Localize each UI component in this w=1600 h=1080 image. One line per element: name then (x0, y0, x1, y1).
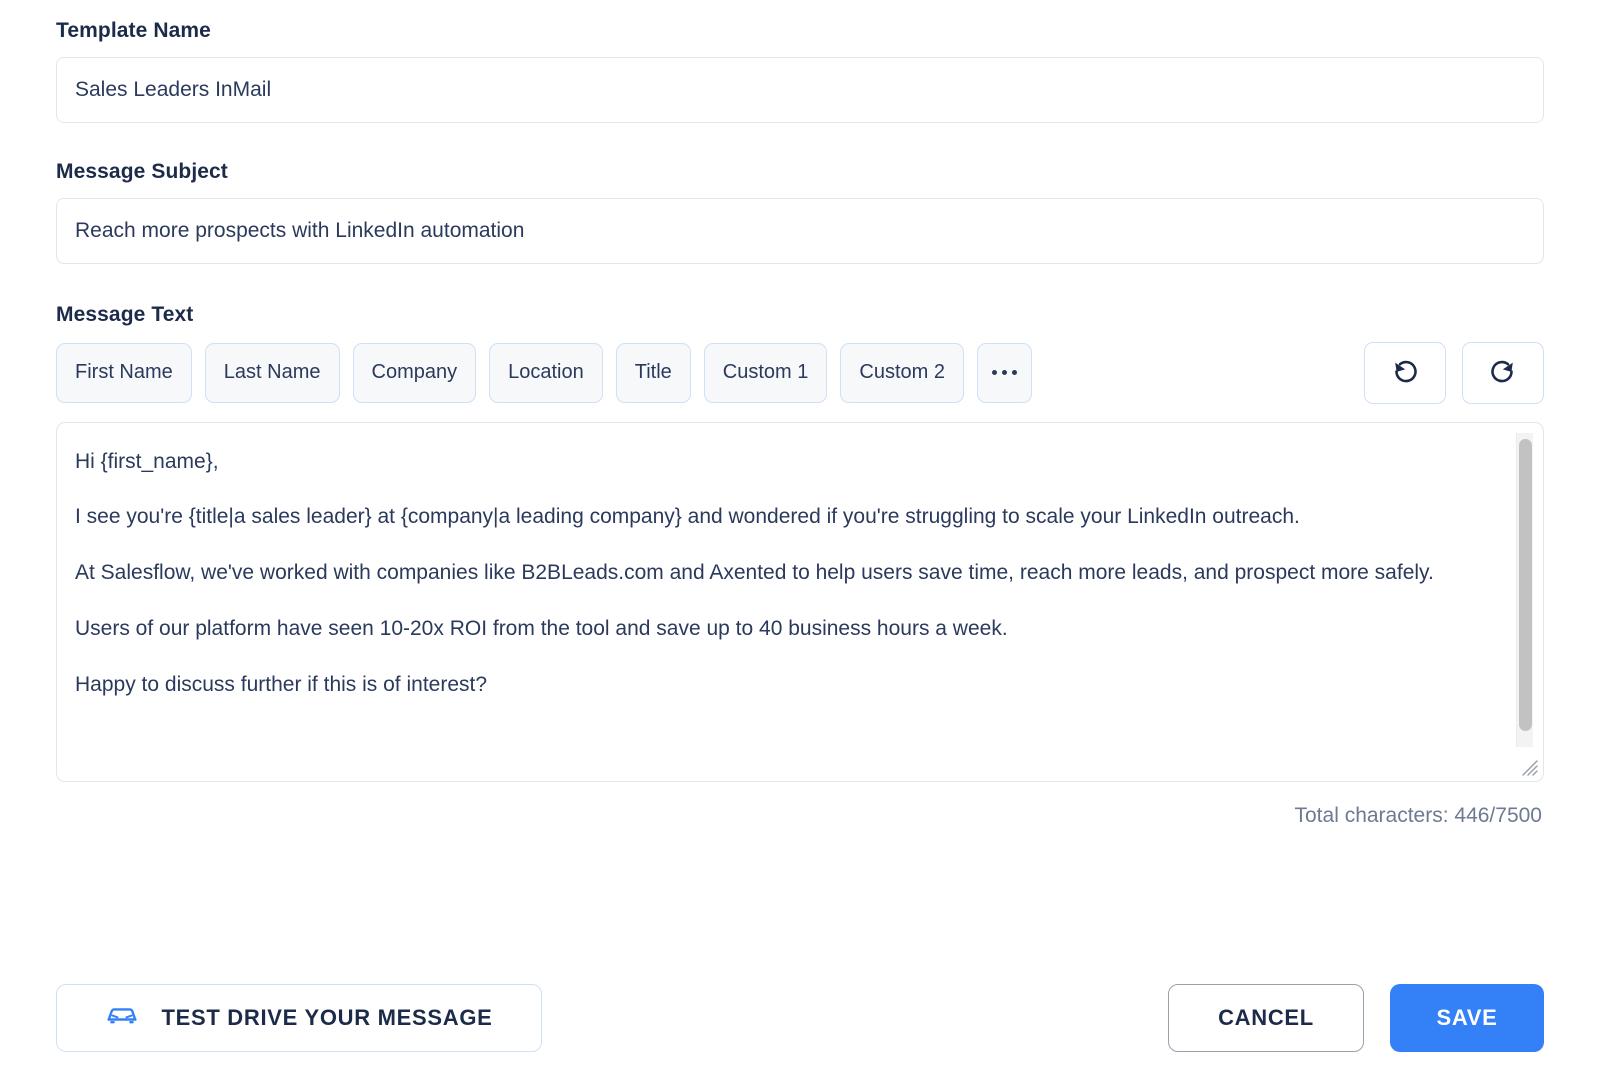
message-text-label: Message Text (56, 302, 1544, 327)
variable-chip-label: Location (508, 361, 584, 384)
message-paragraph: Happy to discuss further if this is of i… (75, 670, 1497, 700)
variable-chip-custom-1[interactable]: Custom 1 (704, 343, 828, 403)
message-paragraph: Hi {first_name}, (75, 447, 1497, 477)
variable-chip-last-name[interactable]: Last Name (205, 343, 340, 403)
message-text-content[interactable]: Hi {first_name}, I see you're {title|a s… (57, 423, 1543, 781)
message-text-field-group: Message Text First Name Last Name Compan… (56, 302, 1544, 827)
textarea-scrollbar[interactable] (1516, 433, 1533, 747)
variable-chip-location[interactable]: Location (489, 343, 603, 403)
template-name-input[interactable]: Sales Leaders InMail (56, 57, 1544, 123)
variable-chip-label: Custom 2 (859, 361, 945, 384)
message-subject-label: Message Subject (56, 159, 1544, 184)
message-paragraph: At Salesflow, we've worked with companie… (75, 558, 1497, 588)
message-paragraph: I see you're {title|a sales leader} at {… (75, 502, 1497, 532)
undo-arrow-icon (1388, 356, 1422, 390)
message-paragraph: Users of our platform have seen 10-20x R… (75, 614, 1497, 644)
inmail-template-editor: Template Name Sales Leaders InMail Messa… (0, 0, 1600, 1080)
history-controls (1364, 342, 1544, 404)
save-button[interactable]: SAVE (1390, 984, 1544, 1052)
footer-actions: TEST DRIVE YOUR MESSAGE CANCEL SAVE (56, 984, 1544, 1052)
variable-chip-label: First Name (75, 361, 173, 384)
more-variables-button[interactable] (977, 343, 1032, 403)
variable-chip-custom-2[interactable]: Custom 2 (840, 343, 964, 403)
ellipsis-icon (992, 370, 1017, 375)
variable-toolbar: First Name Last Name Company Location Ti… (56, 342, 1544, 404)
character-counter: Total characters: 446/7500 (56, 804, 1544, 828)
message-subject-field-group: Message Subject Reach more prospects wit… (56, 159, 1544, 264)
variable-chip-label: Company (372, 361, 458, 384)
undo-button[interactable] (1364, 342, 1446, 404)
primary-actions: CANCEL SAVE (1168, 984, 1544, 1052)
redo-button[interactable] (1462, 342, 1544, 404)
message-text-textarea[interactable]: Hi {first_name}, I see you're {title|a s… (56, 422, 1544, 782)
variable-chip-first-name[interactable]: First Name (56, 343, 192, 403)
variable-chip-label: Custom 1 (723, 361, 809, 384)
template-name-label: Template Name (56, 18, 1544, 43)
textarea-scrollbar-thumb[interactable] (1519, 439, 1532, 731)
cancel-button[interactable]: CANCEL (1168, 984, 1364, 1052)
variable-chip-company[interactable]: Company (353, 343, 477, 403)
variable-chip-label: Last Name (224, 361, 321, 384)
test-drive-button-label: TEST DRIVE YOUR MESSAGE (161, 1005, 492, 1031)
variable-chip-label: Title (635, 361, 672, 384)
message-subject-input[interactable]: Reach more prospects with LinkedIn autom… (56, 198, 1544, 264)
test-drive-button[interactable]: TEST DRIVE YOUR MESSAGE (56, 984, 542, 1052)
redo-arrow-icon (1486, 356, 1520, 390)
resize-handle-icon[interactable] (1517, 755, 1539, 777)
template-name-field-group: Template Name Sales Leaders InMail (56, 18, 1544, 123)
variable-chip-title[interactable]: Title (616, 343, 691, 403)
car-icon (105, 1003, 139, 1034)
